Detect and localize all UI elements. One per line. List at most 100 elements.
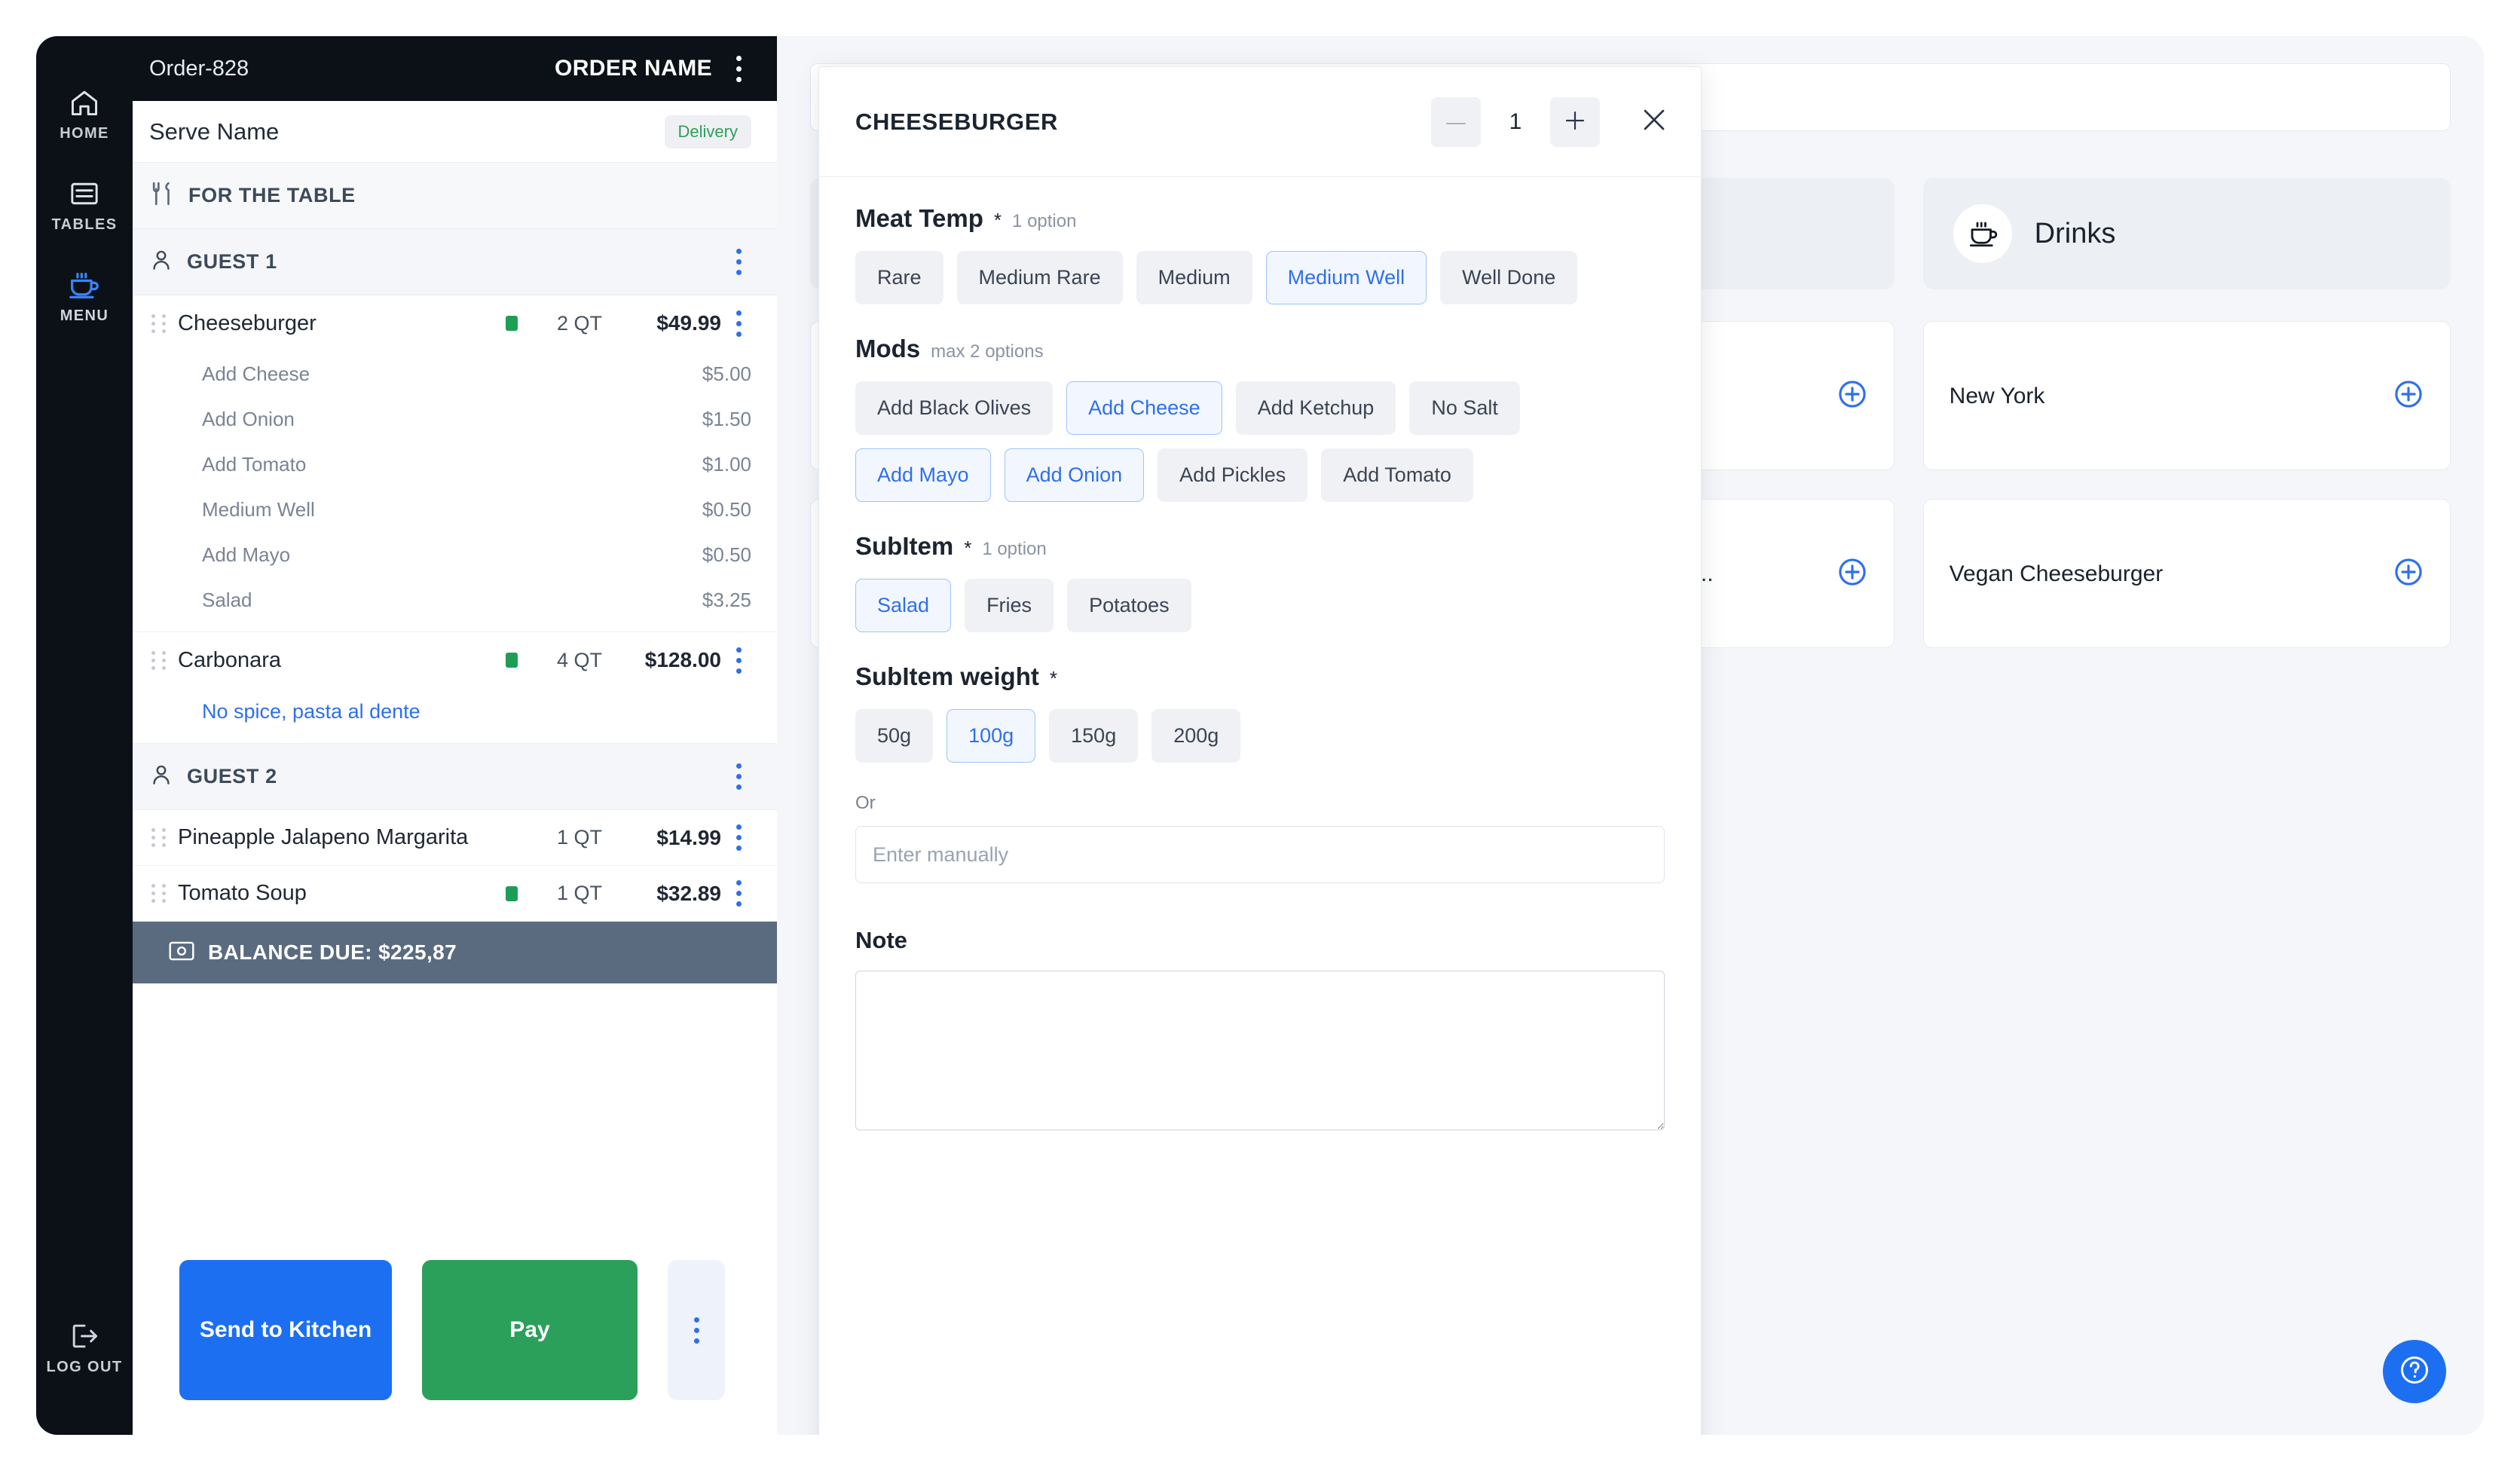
pay-button[interactable]: Pay	[422, 1260, 638, 1400]
row-kebab-menu[interactable]	[726, 245, 751, 280]
option-group-hint: 1 option	[1012, 211, 1077, 231]
course-indicator	[506, 653, 518, 668]
sidebar-item-logout[interactable]: LOG OUT	[36, 1304, 133, 1396]
modal-body: Meat Temp * 1 option Rare Medium Rare Medi…	[819, 177, 1701, 1435]
option-button[interactable]: Salad	[855, 579, 952, 632]
order-item-row[interactable]: Carbonara 4 QT $128.00	[133, 632, 777, 688]
option-button[interactable]: Fries	[965, 579, 1054, 632]
guest-label: GUEST 1	[187, 250, 277, 273]
modifier-row: Add Tomato $1.00	[133, 442, 777, 487]
for-the-table-label: FOR THE TABLE	[188, 184, 356, 206]
category-chip-label: Drinks	[2034, 217, 2116, 249]
category-chip-drinks[interactable]: Drinks	[1922, 178, 2451, 289]
order-item-name: Tomato Soup	[178, 881, 307, 905]
quantity-value: 1	[1509, 109, 1522, 134]
order-header-kebab-menu[interactable]	[726, 51, 751, 86]
course-indicator	[506, 830, 518, 846]
add-item-icon[interactable]	[2393, 556, 2424, 592]
sidebar-item-menu[interactable]: MENU	[36, 253, 133, 344]
option-button[interactable]: Medium	[1136, 251, 1252, 304]
order-name-button[interactable]: ORDER NAME	[555, 56, 712, 81]
add-item-icon[interactable]	[1836, 378, 1868, 414]
menu-item-card[interactable]: Vegan Cheeseburger	[1922, 499, 2451, 648]
order-item-row[interactable]: Cheeseburger 2 QT $49.99	[133, 295, 777, 351]
menu-item-card-label: New York	[1949, 383, 2045, 408]
modifier-name: Add Onion	[202, 407, 295, 430]
option-button[interactable]: Add Tomato	[1321, 448, 1473, 502]
option-button[interactable]: Add Pickles	[1158, 448, 1308, 502]
row-kebab-menu[interactable]	[726, 876, 751, 911]
sidebar-item-tables-label: TABLES	[51, 216, 118, 233]
manual-weight-input[interactable]	[855, 826, 1665, 883]
guest-header-row[interactable]: GUEST 2	[133, 744, 777, 810]
modal-title: CHEESEBURGER	[855, 108, 1059, 135]
balance-due-bar: BALANCE DUE: $225,87	[133, 922, 777, 983]
option-button[interactable]: Add Ketchup	[1235, 381, 1396, 435]
option-button[interactable]: Potatoes	[1067, 579, 1191, 632]
help-button[interactable]	[2383, 1340, 2446, 1403]
row-kebab-menu[interactable]	[726, 760, 751, 794]
modifier-price: $5.00	[702, 362, 751, 385]
order-item-note[interactable]: No spice, pasta al dente	[133, 688, 777, 744]
note-textarea[interactable]	[855, 971, 1665, 1130]
option-button[interactable]: 100g	[947, 709, 1036, 763]
order-item-name: Cheeseburger	[178, 310, 317, 335]
option-group-choices: Add Black Olives Add Cheese Add Ketchup No …	[855, 381, 1665, 502]
guest-icon	[149, 763, 173, 791]
drag-handle[interactable]	[149, 313, 169, 333]
add-item-icon[interactable]	[2393, 378, 2424, 414]
cup-icon	[1953, 204, 2012, 263]
option-button[interactable]: Well Done	[1440, 251, 1578, 304]
order-item-row[interactable]: Pineapple Jalapeno Margarita 1 QT $14.99	[133, 810, 777, 866]
send-to-kitchen-button[interactable]: Send to Kitchen	[179, 1260, 392, 1400]
required-asterisk: *	[964, 537, 972, 559]
option-button[interactable]: Medium Well	[1265, 251, 1427, 304]
order-panel: Order-828 ORDER NAME Serve Name Delivery…	[133, 36, 777, 1435]
option-button[interactable]: No Salt	[1409, 381, 1520, 435]
option-button[interactable]: 50g	[855, 709, 934, 763]
more-actions-kebab-icon	[684, 1313, 709, 1347]
option-button[interactable]: Add Onion	[1004, 448, 1145, 502]
option-button[interactable]: 150g	[1049, 709, 1139, 763]
sidebar-item-tables[interactable]: TABLES	[36, 162, 133, 253]
modifier-name: Salad	[202, 588, 252, 611]
note-section-label: Note	[855, 927, 907, 953]
drag-handle[interactable]	[149, 884, 169, 903]
option-group: SubItem * 1 option Salad Fries Potatoes	[855, 532, 1665, 632]
order-item-row[interactable]: Tomato Soup 1 QT $32.89	[133, 866, 777, 922]
option-button[interactable]: Add Cheese	[1066, 381, 1222, 435]
modifier-row: Add Onion $1.50	[133, 396, 777, 442]
quantity-increment-button[interactable]	[1550, 96, 1600, 147]
option-group-header: Meat Temp * 1 option	[855, 204, 1665, 233]
close-modal-button[interactable]	[1633, 101, 1675, 143]
quantity-decrement-button[interactable]	[1431, 96, 1481, 147]
order-item-price: $49.99	[656, 311, 721, 335]
guest-header-row[interactable]: GUEST 1	[133, 229, 777, 295]
or-separator-label: Or	[855, 793, 876, 813]
more-actions-button[interactable]	[668, 1260, 725, 1400]
order-item-price: $128.00	[644, 648, 721, 671]
option-group-choices: Salad Fries Potatoes	[855, 579, 1665, 632]
row-kebab-menu[interactable]	[726, 821, 751, 855]
option-group-hint: 1 option	[982, 539, 1047, 559]
add-item-icon[interactable]	[1836, 556, 1868, 592]
option-button[interactable]: 200g	[1151, 709, 1241, 763]
sidebar-item-menu-label: MENU	[60, 307, 109, 324]
order-item-name: Carbonara	[178, 647, 282, 672]
for-the-table-row[interactable]: FOR THE TABLE	[133, 163, 777, 229]
sidebar-item-logout-label: LOG OUT	[46, 1359, 123, 1375]
row-kebab-menu[interactable]	[726, 643, 751, 677]
row-kebab-menu[interactable]	[726, 306, 751, 341]
drag-handle[interactable]	[149, 828, 169, 847]
option-group-hint: max 2 options	[931, 341, 1044, 362]
option-button[interactable]: Add Black Olives	[855, 381, 1054, 435]
menu-item-card[interactable]: New York	[1922, 321, 2451, 470]
drag-handle[interactable]	[149, 650, 169, 670]
option-button[interactable]: Medium Rare	[956, 251, 1123, 304]
option-button[interactable]: Add Mayo	[855, 448, 991, 502]
option-button[interactable]: Rare	[855, 251, 943, 304]
sidebar-item-home[interactable]: HOME	[36, 71, 133, 162]
modifier-name: Add Mayo	[202, 543, 291, 566]
order-id: Order-828	[149, 56, 249, 81]
serve-name-row[interactable]: Serve Name Delivery	[133, 101, 777, 163]
